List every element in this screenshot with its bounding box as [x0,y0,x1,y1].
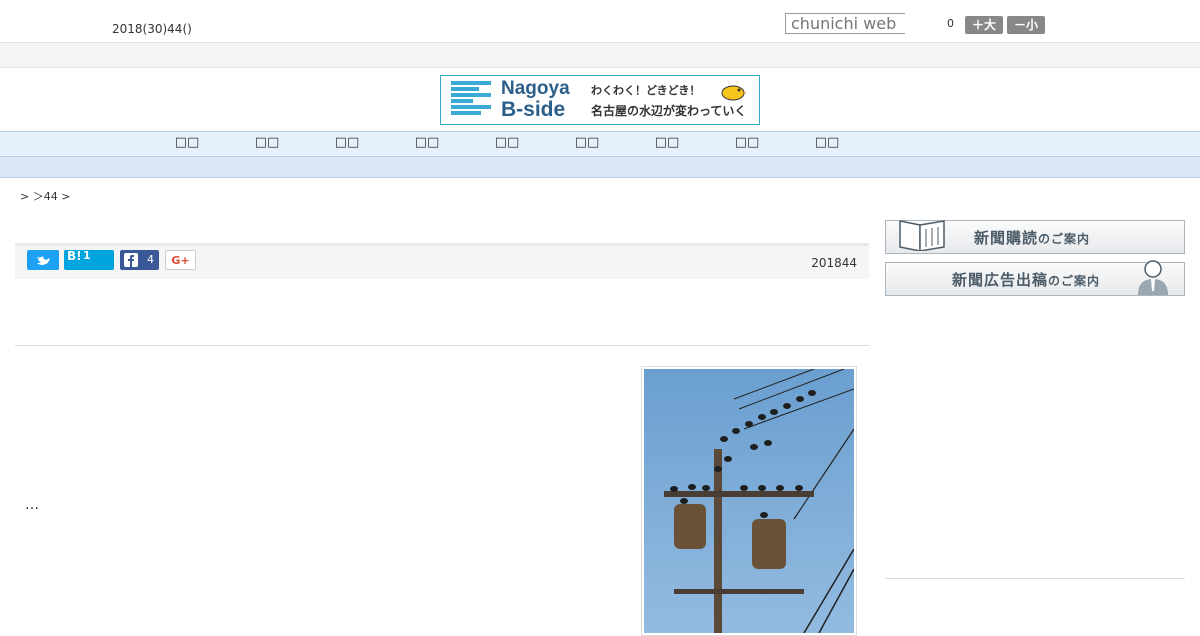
nav-item-4[interactable]: □□ [407,135,447,150]
hatena-bookmark-button[interactable]: B! 1 [64,249,114,270]
twitter-icon [37,256,50,265]
top-bar: 2018(30)44() 0 ＋大 －小 [0,0,1200,43]
current-date: 2018(30)44() [112,22,192,36]
facebook-share-button[interactable]: 4 [120,250,159,270]
article-text: … [25,497,39,513]
newspaper-advertising-button[interactable]: 新聞広告出稿のご案内 [885,260,1185,296]
facebook-icon [124,253,138,267]
publish-date: 201844 [811,256,857,270]
nav-item-2[interactable]: □□ [247,135,287,150]
nav-item-3[interactable]: □□ [327,135,367,150]
facebook-count: 4 [147,253,154,266]
newspaper-subscription-button[interactable]: 新聞購読のご案内 [885,220,1185,254]
advertising-label: 新聞広告出稿のご案内 [952,269,1100,290]
banner-tagline-1: わくわく！どきどき！ [591,84,701,97]
twitter-share-button[interactable] [27,250,59,270]
hatena-count: 1 [83,249,91,262]
header-strip [0,43,1200,68]
banner-title-2: B-side [501,98,566,121]
nav-item-8[interactable]: □□ [727,135,767,150]
google-plus-share-button[interactable]: G+ [165,250,196,270]
businessman-icon [1138,260,1168,295]
subscription-sub-text: のご案内 [1038,232,1091,246]
content-divider [15,345,869,346]
counter: 0 [947,17,954,30]
share-bar: B! 1 4 G+ 201844 [15,243,869,279]
nav-item-9[interactable]: □□ [807,135,847,150]
search-input[interactable] [785,13,905,34]
sub-navigation [0,157,1200,178]
main-navigation: □□ □□ □□ □□ □□ □□ □□ □□ □□ [0,131,1200,157]
breadcrumb[interactable]: > ＞44 > [20,188,70,204]
hatena-label: B! [67,249,82,263]
nav-item-6[interactable]: □□ [567,135,607,150]
subscription-label: 新聞購読のご案内 [974,227,1090,248]
nav-item-5[interactable]: □□ [487,135,527,150]
banner-title-1: Nagoya [501,78,570,99]
nav-item-7[interactable]: □□ [647,135,687,150]
bird-mascot-icon [721,85,747,101]
banner-tagline-2: 名古屋の水辺が変わっていく [591,104,747,118]
font-size-increase-button[interactable]: ＋大 [965,16,1003,34]
article-photo[interactable] [641,366,857,636]
advertising-sub-text: のご案内 [1048,274,1101,288]
font-size-decrease-button[interactable]: －小 [1007,16,1045,34]
utility-pole-birds-photo [644,369,854,633]
subscription-main-text: 新聞購読 [974,229,1039,247]
sidebar-divider [885,578,1185,579]
nav-item-1[interactable]: □□ [167,135,207,150]
open-newspaper-icon [899,220,945,251]
banner-logo-icon [451,81,491,119]
advertising-main-text: 新聞広告出稿 [952,271,1049,289]
nagoya-bside-banner[interactable]: Nagoya B-side わくわく！どきどき！ 名古屋の水辺が変わっていく [440,75,760,125]
